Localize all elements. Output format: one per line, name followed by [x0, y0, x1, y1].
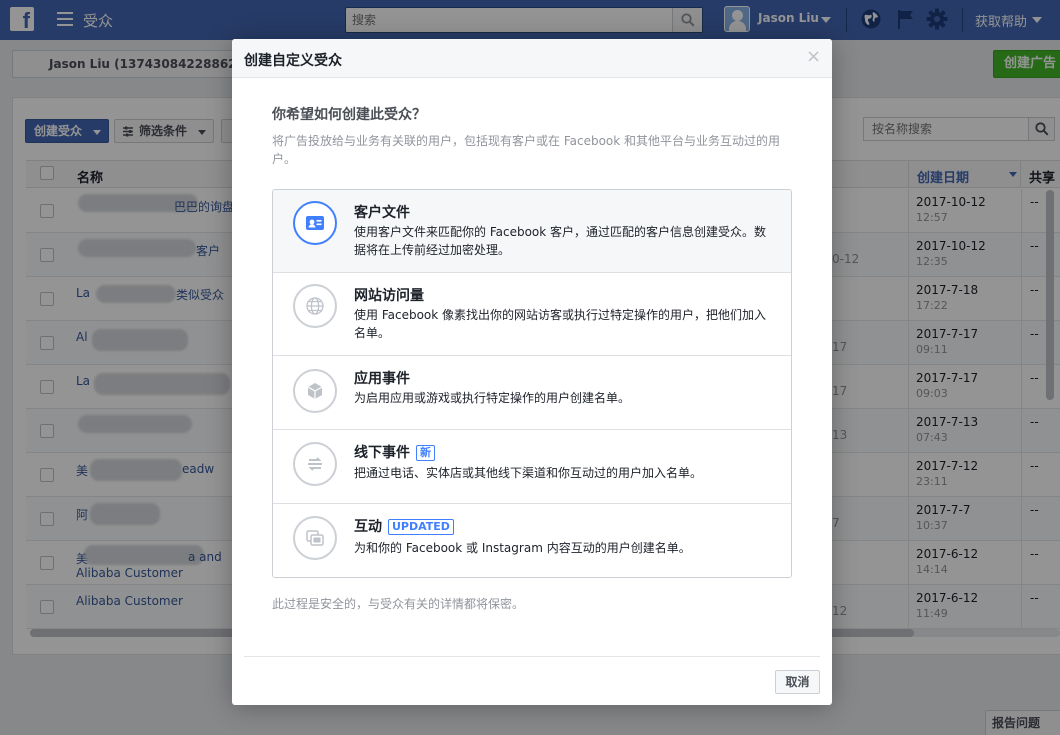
option-icon-circle	[293, 369, 337, 413]
option-icon-circle	[293, 201, 337, 245]
option-title: 互动 UPDATED	[354, 516, 454, 536]
option-title-text: 线下事件	[354, 445, 410, 461]
cube-icon	[307, 383, 323, 399]
option-title: 线下事件新	[354, 442, 435, 462]
audience-source-options: 客户文件 使用客户文件来匹配你的 Facebook 客户，通过匹配的客户信息创建…	[272, 189, 792, 578]
cancel-button[interactable]: 取消	[775, 670, 820, 694]
option-title: 客户文件	[354, 205, 410, 221]
option-engagement[interactable]: 互动 UPDATED 为和你的 Facebook 或 Instagram 内容互动…	[273, 504, 791, 577]
updated-badge: UPDATED	[388, 519, 454, 535]
option-description: 使用 Facebook 像素找出你的网站访客或执行过特定操作的用户，把他们加入名…	[354, 308, 767, 340]
option-description: 为启用应用或游戏或执行特定操作的用户创建名单。	[354, 391, 631, 405]
close-icon[interactable]: ×	[806, 48, 821, 66]
option-customer-file[interactable]: 客户文件 使用客户文件来匹配你的 Facebook 客户，通过匹配的客户信息创建…	[273, 190, 791, 273]
security-note: 此过程是安全的，与受众有关的详情都将保密。	[272, 597, 525, 611]
option-description: 使用客户文件来匹配你的 Facebook 客户，通过匹配的客户信息创建受众。数据…	[354, 225, 767, 257]
option-website-traffic[interactable]: 网站访问量 使用 Facebook 像素找出你的网站访客或执行过特定操作的用户，…	[273, 273, 791, 356]
option-icon-circle	[293, 516, 337, 560]
option-title-text: 互动	[354, 519, 382, 535]
option-icon-circle	[293, 284, 337, 328]
dialog-question: 你希望如何创建此受众？	[272, 107, 426, 123]
footer-divider	[244, 656, 820, 657]
option-title: 网站访问量	[354, 288, 424, 304]
engagement-cards-icon	[306, 530, 324, 546]
option-offline-events[interactable]: 线下事件新 把通过电话、实体店或其他线下渠道和你互动过的用户加入名单。	[273, 430, 791, 504]
contact-card-icon	[306, 216, 324, 230]
create-custom-audience-dialog: 创建自定义受众 × 你希望如何创建此受众？ 将广告投放给与业务有关联的用户，包括…	[232, 39, 832, 705]
option-icon-circle	[293, 442, 337, 486]
option-title: 应用事件	[354, 371, 410, 387]
dialog-header: 创建自定义受众 ×	[232, 39, 832, 78]
dialog-title: 创建自定义受众	[244, 53, 342, 69]
option-description: 把通过电话、实体店或其他线下渠道和你互动过的用户加入名单。	[354, 466, 703, 480]
offline-arrows-icon	[308, 457, 322, 471]
globe-icon	[306, 297, 324, 315]
new-badge: 新	[416, 445, 435, 461]
dialog-description: 将广告投放给与业务有关联的用户，包括现有客户或在 Facebook 和其他平台与…	[272, 134, 781, 166]
option-app-events[interactable]: 应用事件 为启用应用或游戏或执行特定操作的用户创建名单。	[273, 356, 791, 430]
option-description: 为和你的 Facebook 或 Instagram 内容互动的用户创建名单。	[354, 541, 691, 555]
